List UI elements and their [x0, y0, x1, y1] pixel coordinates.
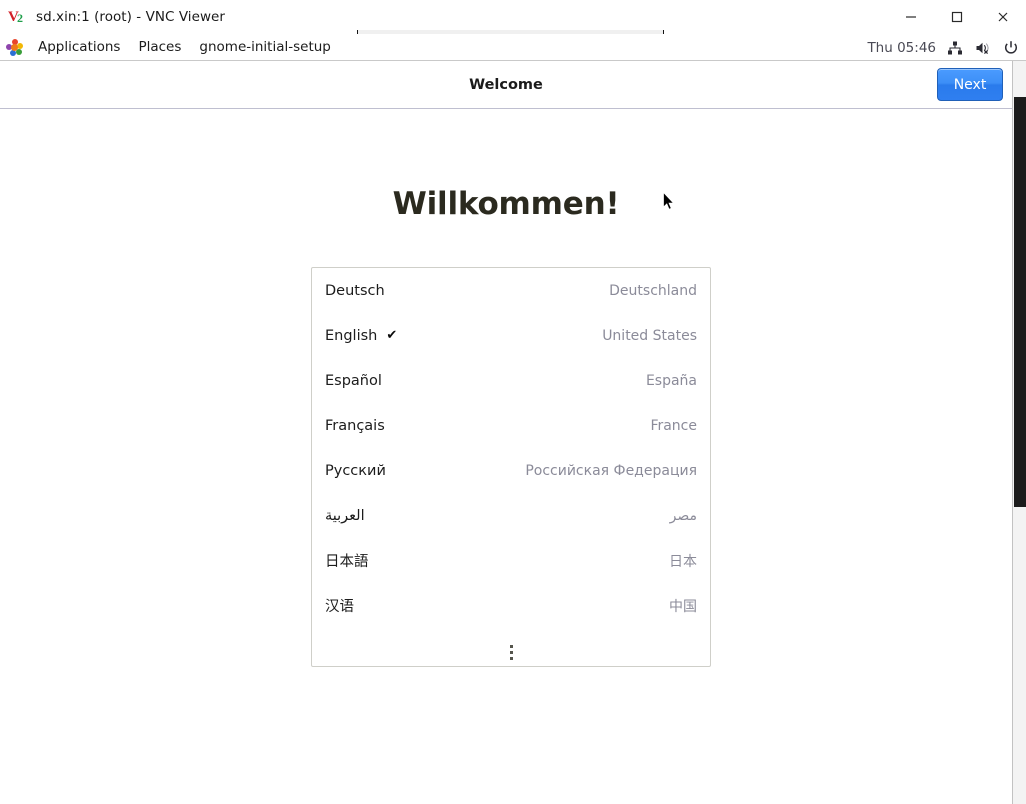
language-name: English	[325, 327, 378, 344]
language-country: France	[650, 417, 697, 434]
language-country: 中国	[669, 598, 697, 615]
language-row[interactable]: Deutsch Deutschland	[312, 268, 710, 313]
panel-menu-places[interactable]: Places	[129, 34, 190, 61]
language-row[interactable]: Русский Российская Федерация	[312, 448, 710, 493]
checkmark-icon: ✔	[386, 328, 398, 343]
language-country: Deutschland	[609, 282, 697, 299]
language-row[interactable]: العربية مصر	[312, 493, 710, 538]
language-name: Русский	[325, 462, 386, 479]
scrollbar-thumb[interactable]	[1014, 97, 1026, 507]
language-name: Español	[325, 372, 382, 389]
volume-muted-icon[interactable]	[974, 39, 992, 57]
language-country: United States	[602, 327, 697, 344]
panel-clock[interactable]: Thu 05:46	[867, 40, 936, 56]
panel-menus: Applications Places gnome-initial-setup	[0, 34, 340, 61]
language-country: Российская Федерация	[525, 462, 697, 479]
more-options-button[interactable]	[312, 628, 710, 666]
vertical-scrollbar[interactable]	[1012, 61, 1026, 804]
minimize-button[interactable]	[888, 0, 934, 34]
maximize-button[interactable]	[934, 0, 980, 34]
language-row[interactable]: 汉语 中国	[312, 583, 710, 628]
vnc-logo-icon: V 2	[8, 8, 28, 26]
language-row[interactable]: Español España	[312, 358, 710, 403]
window-controls	[888, 0, 1026, 34]
language-list: Deutsch Deutschland English ✔ United States E…	[311, 267, 711, 667]
power-icon[interactable]	[1002, 39, 1020, 57]
mouse-cursor	[663, 191, 676, 212]
language-row[interactable]: 日本語 日本	[312, 538, 710, 583]
vnc-title-bar: V 2 sd.xin:1 (root) - VNC Viewer	[0, 0, 1026, 34]
language-name: Deutsch	[325, 282, 385, 299]
page-title: Welcome	[469, 76, 543, 93]
setup-body: Willkommen! Deutsch Deutschland English ✔ Un…	[0, 109, 1012, 763]
panel-menu-applications[interactable]: Applications	[29, 34, 129, 61]
language-name: العربية	[325, 507, 365, 524]
language-name: 汉语	[325, 599, 354, 615]
next-button[interactable]: Next	[937, 68, 1003, 101]
gnome-applications-icon	[6, 39, 24, 56]
setup-header-bar: Welcome Next	[0, 61, 1012, 109]
vnc-viewer-window: V 2 sd.xin:1 (root) - VNC Viewer Applica…	[0, 0, 1026, 804]
panel-menu-window-title[interactable]: gnome-initial-setup	[190, 34, 339, 61]
language-country: 日本	[669, 553, 697, 570]
network-icon[interactable]	[946, 39, 964, 57]
language-country: مصر	[669, 507, 697, 524]
language-name: 日本語	[325, 554, 369, 570]
more-options-icon	[509, 644, 513, 660]
language-country: España	[645, 372, 697, 389]
gnome-initial-setup-window: Welcome Next Willkommen! Deutsch Deutschl…	[0, 61, 1012, 763]
welcome-heading: Willkommen!	[392, 186, 620, 222]
language-row[interactable]: Français France	[312, 403, 710, 448]
language-name: Français	[325, 417, 385, 434]
gnome-top-panel: Applications Places gnome-initial-setup …	[0, 34, 1026, 61]
panel-tray: Thu 05:46	[867, 34, 1020, 61]
window-title: sd.xin:1 (root) - VNC Viewer	[36, 9, 226, 25]
language-row[interactable]: English ✔ United States	[312, 313, 710, 358]
vnc-logo-2: 2	[17, 11, 23, 25]
close-button[interactable]	[980, 0, 1026, 34]
